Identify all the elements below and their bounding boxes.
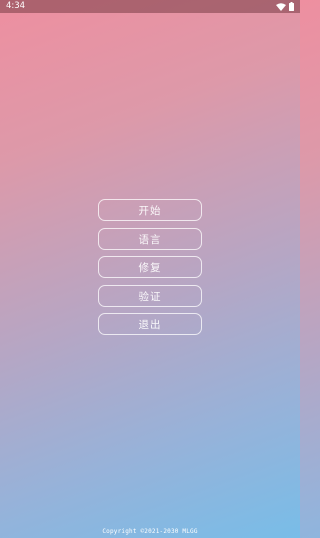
- copyright-text: Copyright ©2021-2030 MLGG: [102, 528, 198, 535]
- status-icons: [276, 2, 294, 11]
- status-time: 4:34: [6, 1, 26, 11]
- language-button[interactable]: 语言: [98, 227, 202, 250]
- start-button[interactable]: 开始: [98, 199, 202, 221]
- status-bar: 4:34: [0, 0, 300, 13]
- exit-button[interactable]: 退出: [98, 313, 202, 335]
- battery-icon: [289, 2, 294, 11]
- main-menu: 开始 语言 修复 验证 退出: [98, 199, 202, 335]
- wifi-icon: [276, 2, 286, 11]
- repair-button[interactable]: 修复: [98, 256, 202, 278]
- verify-button[interactable]: 验证: [98, 284, 202, 307]
